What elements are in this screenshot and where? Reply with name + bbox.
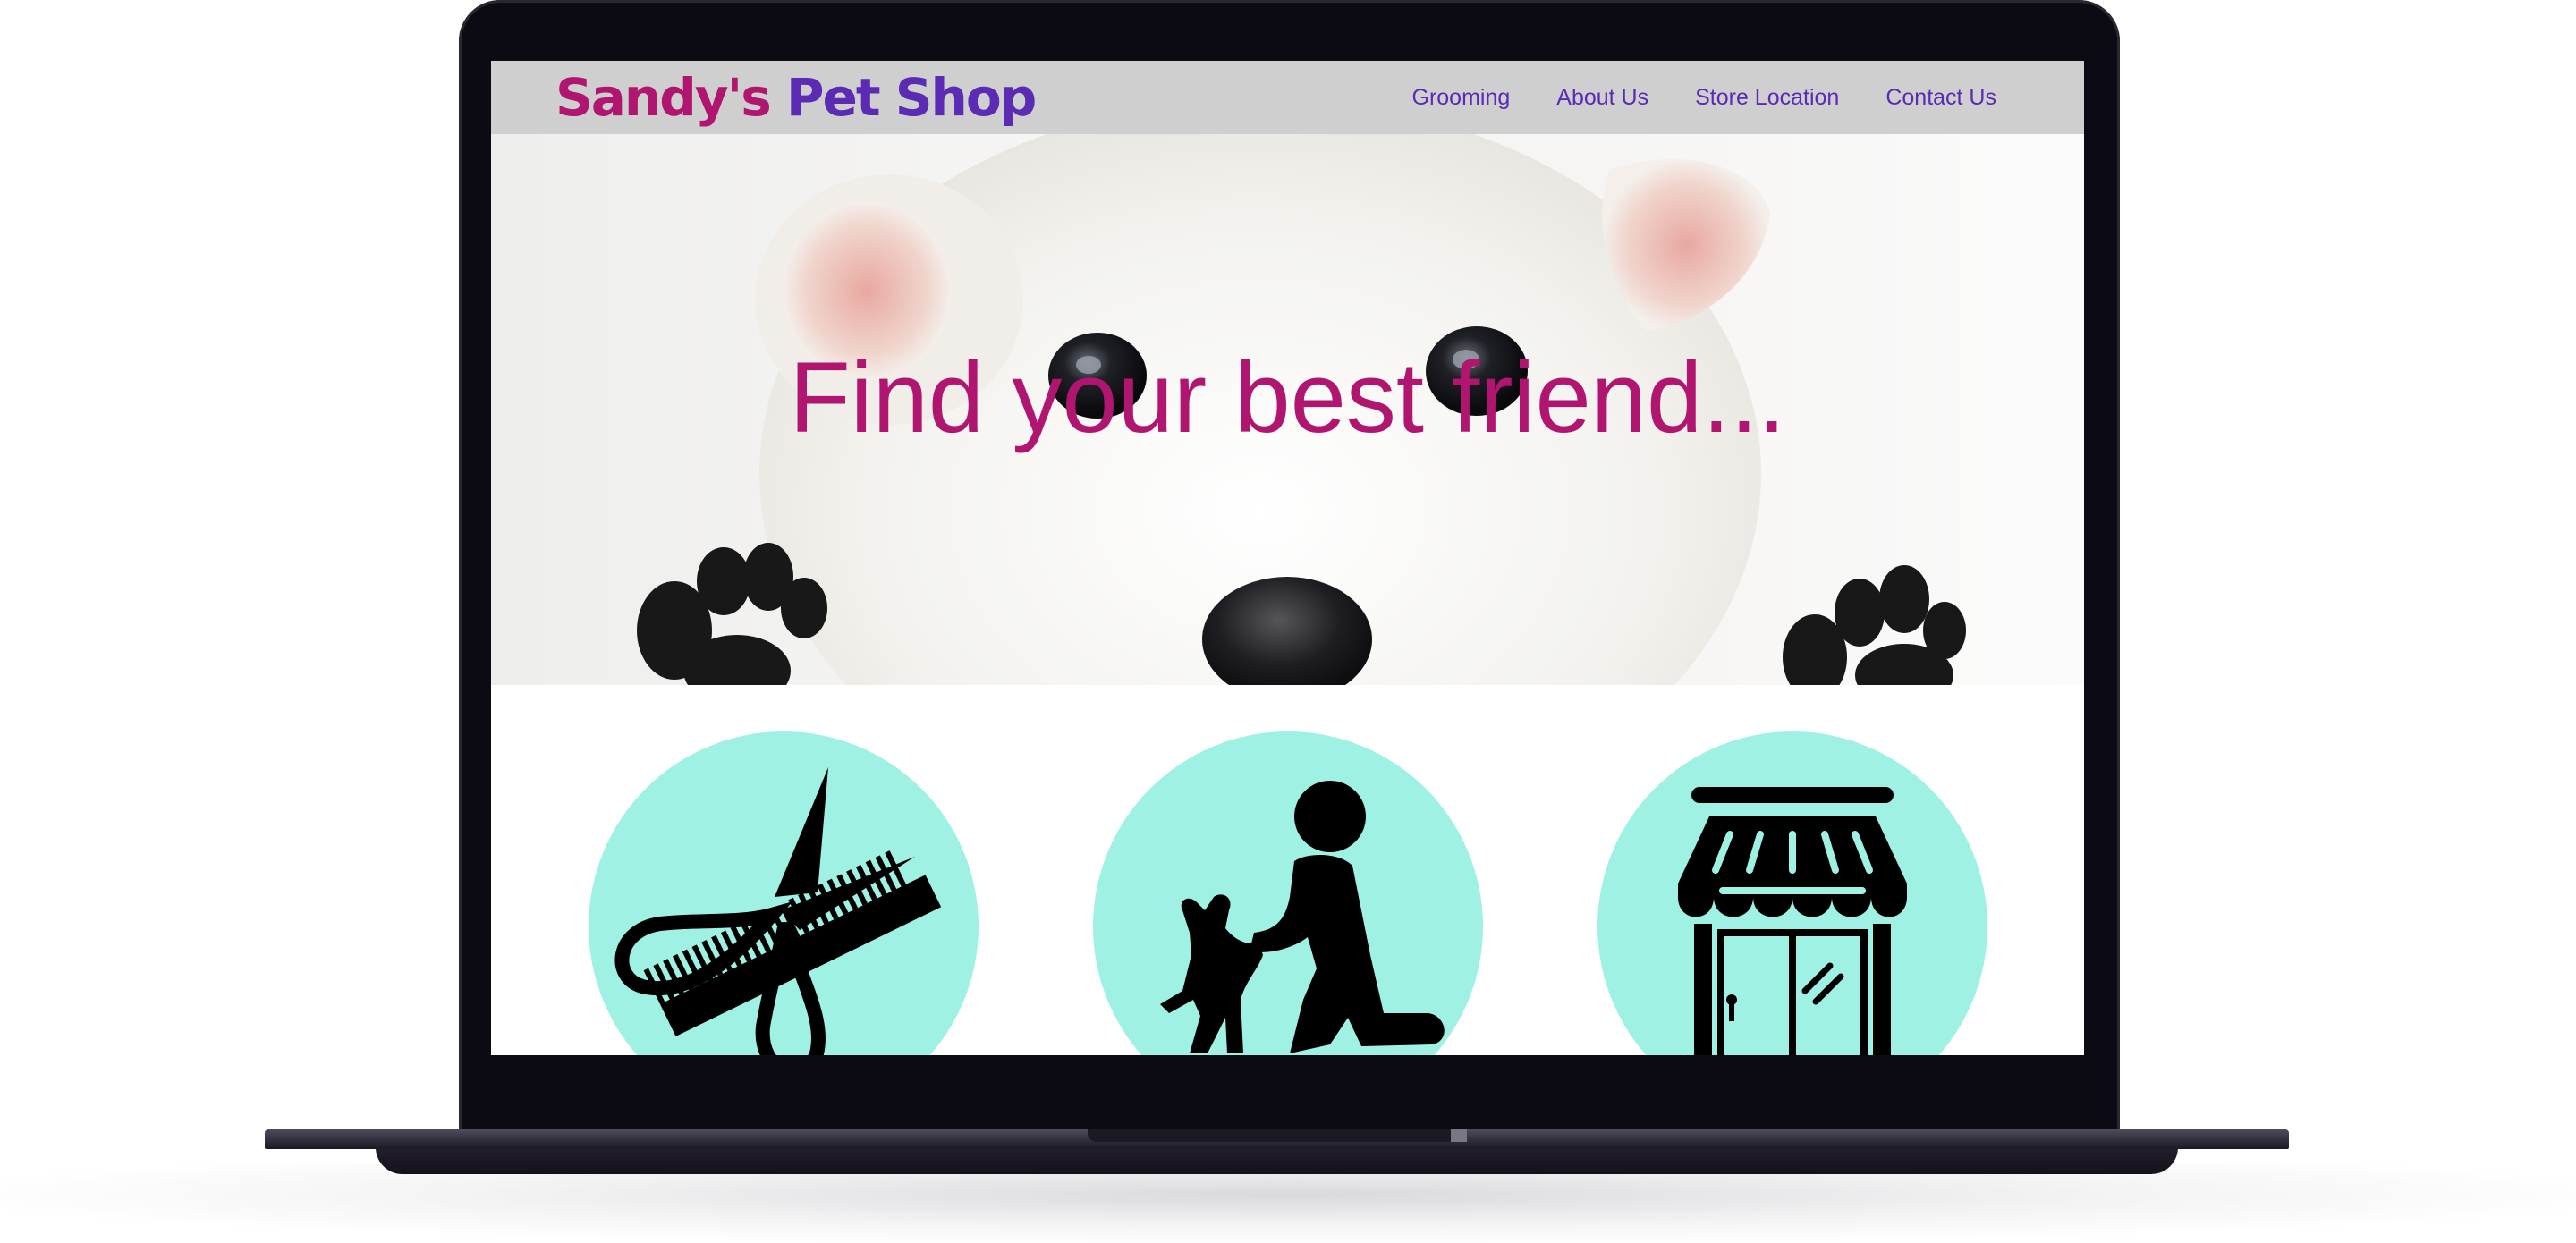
nav-link-about-us[interactable]: About Us [1556, 85, 1648, 111]
storefront-icon [1678, 787, 1907, 1055]
logo-word-pet-shop: Pet Shop [786, 67, 1037, 128]
nav-link-grooming[interactable]: Grooming [1412, 85, 1511, 111]
store-location-tile[interactable] [1597, 731, 1987, 1055]
main-nav: Grooming About Us Store Location Contact… [1412, 61, 1997, 134]
nav-link-store-location[interactable]: Store Location [1695, 85, 1839, 111]
site-header: Sandy's Pet Shop Grooming About Us Store… [491, 61, 2084, 134]
nav-link-contact-us[interactable]: Contact Us [1885, 85, 1996, 111]
grooming-service-tile[interactable] [589, 731, 979, 1055]
laptop-shadow [0, 1163, 2576, 1243]
laptop-notch [1088, 1129, 1466, 1142]
logo-word-sandys: Sandy's [555, 67, 772, 128]
hero-heading: Find your best friend... [789, 342, 1786, 453]
about-us-tile[interactable] [1093, 731, 1483, 1055]
site-logo[interactable]: Sandy's Pet Shop [555, 64, 1037, 131]
hero-banner: Find your best friend... [491, 134, 2084, 685]
laptop-screen: Sandy's Pet Shop Grooming About Us Store… [491, 61, 2084, 1055]
laptop-base-underside [376, 1147, 2178, 1174]
services-section [491, 685, 2084, 1055]
laptop-notch-highlight [1451, 1129, 1467, 1142]
scissors-comb-icon [614, 767, 942, 1055]
person-with-dog-icon [1160, 781, 1445, 1053]
